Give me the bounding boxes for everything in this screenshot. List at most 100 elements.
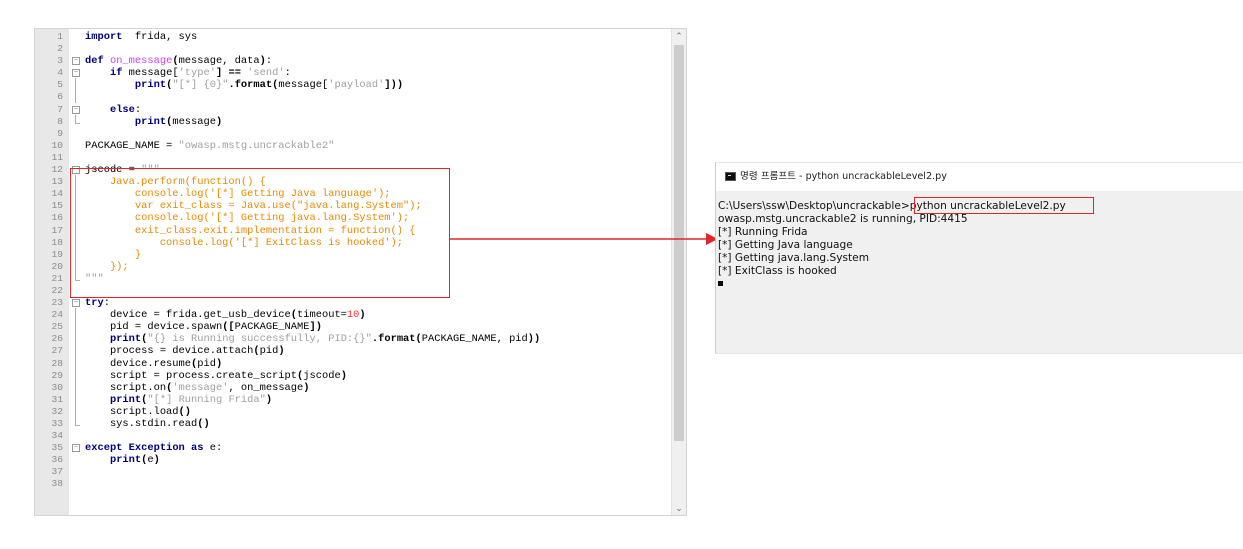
code-line[interactable]: 9 (35, 128, 672, 140)
code-line[interactable]: 23− try: (35, 297, 672, 309)
code-line[interactable]: 35− except Exception as e: (35, 442, 672, 454)
fold-line (72, 308, 80, 322)
code-token: pid (197, 357, 216, 370)
code-line[interactable]: 29 script = process.create_script(jscode… (35, 368, 672, 382)
code-token: print (134, 115, 167, 128)
fold-toggle-icon[interactable]: − (72, 69, 80, 78)
line-number: 14 (51, 188, 63, 200)
code-token: 'send' (240, 67, 285, 80)
terminal-line: [*] ExitClass is hooked (718, 265, 837, 277)
code-line[interactable]: 30 script.on('message', on_message) (35, 380, 672, 394)
code-line[interactable]: 13 Java.perform(function() { (35, 175, 672, 189)
line-number: 37 (51, 466, 63, 478)
code-line[interactable]: 34 (35, 430, 672, 442)
line-number: 8 (57, 115, 63, 127)
code-token: e: (203, 442, 223, 455)
fold-toggle-icon[interactable]: − (72, 57, 80, 66)
fold-end (72, 417, 80, 428)
code-token: : (265, 55, 273, 68)
fold-end (72, 271, 80, 283)
code-text: device = frida.get_usb_device(timeout=10… (85, 309, 366, 321)
code-line[interactable]: 22 (35, 285, 672, 297)
code-token: 'payload' (328, 79, 385, 92)
code-token: script.load (85, 405, 179, 418)
fold-toggle-icon[interactable]: − (72, 166, 80, 175)
code-token: """ (141, 164, 160, 177)
code-line[interactable]: 26 print("{} is Running successfully, PI… (35, 332, 672, 346)
line-number: 12 (51, 164, 63, 176)
code-token: "[*] {0}" (172, 79, 229, 92)
code-line[interactable]: 7− else: (35, 104, 672, 116)
fold-line (72, 320, 80, 334)
line-number: 31 (51, 393, 63, 405)
code-line[interactable]: 25 pid = device.spawn([PACKAGE_NAME]) (35, 320, 672, 334)
code-line[interactable]: 12− jscode = """ (35, 164, 672, 176)
code-line[interactable]: 37 (35, 466, 672, 478)
fold-toggle-icon[interactable]: − (72, 105, 80, 114)
code-line[interactable]: 10 PACKAGE_NAME = "owasp.mstg.uncrackable… (35, 140, 672, 152)
command-prompt-window[interactable]: 명령 프롬프트 - python uncrackableLevel2.py C:… (715, 162, 1243, 354)
code-line[interactable]: 38 (35, 478, 672, 490)
code-line[interactable]: 1 import frida, sys (35, 31, 672, 43)
code-line[interactable]: 21 """ (35, 271, 672, 285)
code-text: console.log('[*] Getting Java language')… (85, 188, 391, 200)
line-number: 24 (51, 309, 63, 321)
chevron-down-icon[interactable]: ⌄ (672, 501, 686, 515)
code-line[interactable]: 11 (35, 152, 672, 164)
code-line[interactable]: 33 sys.stdin.read() (35, 417, 672, 430)
code-line[interactable]: 28 device.resume(pid) (35, 356, 672, 370)
code-line[interactable]: 8 print(message) (35, 114, 672, 128)
code-token: as (191, 442, 204, 455)
code-token: } (85, 248, 142, 261)
code-line[interactable]: 2 (35, 43, 672, 55)
code-text: print("{} is Running successfully, PID:{… (85, 333, 540, 345)
code-line[interactable]: 27 process = device.attach(pid) (35, 344, 672, 358)
code-token: if (109, 67, 123, 80)
code-line[interactable]: 16 console.log('[*] Getting java.lang.Sy… (35, 211, 672, 225)
terminal-line: [*] Running Frida (718, 226, 808, 238)
code-line[interactable]: 4− if message['type'] == 'send': (35, 67, 672, 79)
line-number: 30 (51, 381, 63, 393)
code-token: () (197, 418, 210, 430)
fold-line (72, 235, 80, 249)
fold-line (72, 404, 80, 418)
code-token: import (85, 31, 123, 43)
window-title-bar[interactable]: 명령 프롬프트 - python uncrackableLevel2.py (716, 163, 1243, 191)
terminal-output[interactable]: C:\Users\ssw\Desktop\uncrackable>python … (718, 200, 1243, 286)
code-text: var exit_class = Java.use("java.lang.Sys… (85, 200, 422, 212)
line-number: 23 (51, 297, 63, 309)
code-token: device.resume (85, 357, 192, 370)
code-line[interactable]: 6 (35, 90, 672, 104)
code-line[interactable]: 36 print(e) (35, 454, 672, 466)
code-token: ) (153, 454, 160, 467)
line-number: 7 (57, 103, 63, 115)
code-text: else: (85, 104, 141, 116)
fold-line (72, 380, 80, 394)
line-number: 10 (51, 139, 63, 151)
code-line[interactable]: 5 print("[*] {0}".format(message['payloa… (35, 78, 672, 92)
code-line[interactable]: 20 }); (35, 259, 672, 273)
code-token: ) (303, 381, 310, 394)
code-line[interactable]: 15 var exit_class = Java.use("java.lang.… (35, 199, 672, 213)
code-line[interactable]: 14 console.log('[*] Getting Java languag… (35, 187, 672, 201)
code-line[interactable]: 24 device = frida.get_usb_device(timeout… (35, 308, 672, 322)
code-line[interactable]: 31 print("[*] Running Frida") (35, 392, 672, 406)
line-number: 18 (51, 236, 63, 248)
line-number: 33 (51, 418, 63, 429)
code-line[interactable]: 3− def on_message(message, data): (35, 55, 672, 67)
fold-toggle-icon[interactable]: − (72, 299, 80, 308)
code-token: device = frida.get_usb_device (85, 309, 291, 322)
code-text: script.on('message', on_message) (85, 382, 310, 394)
vertical-scrollbar[interactable]: ⌃ ⌄ (671, 29, 686, 515)
code-line[interactable]: 32 script.load() (35, 404, 672, 418)
fold-toggle-icon[interactable]: − (72, 444, 80, 453)
code-token: ([ (222, 321, 235, 334)
code-token: console.log('[*] Getting java.lang.Syste… (85, 212, 410, 225)
code-editor[interactable]: 1 import frida, sys 2 3− def on_message(mess… (34, 28, 687, 516)
chevron-up-icon[interactable]: ⌃ (672, 29, 686, 43)
code-token: on_message (109, 55, 173, 68)
code-token: 'message' (172, 381, 229, 394)
code-text: script = process.create_script(jscode) (85, 370, 347, 382)
